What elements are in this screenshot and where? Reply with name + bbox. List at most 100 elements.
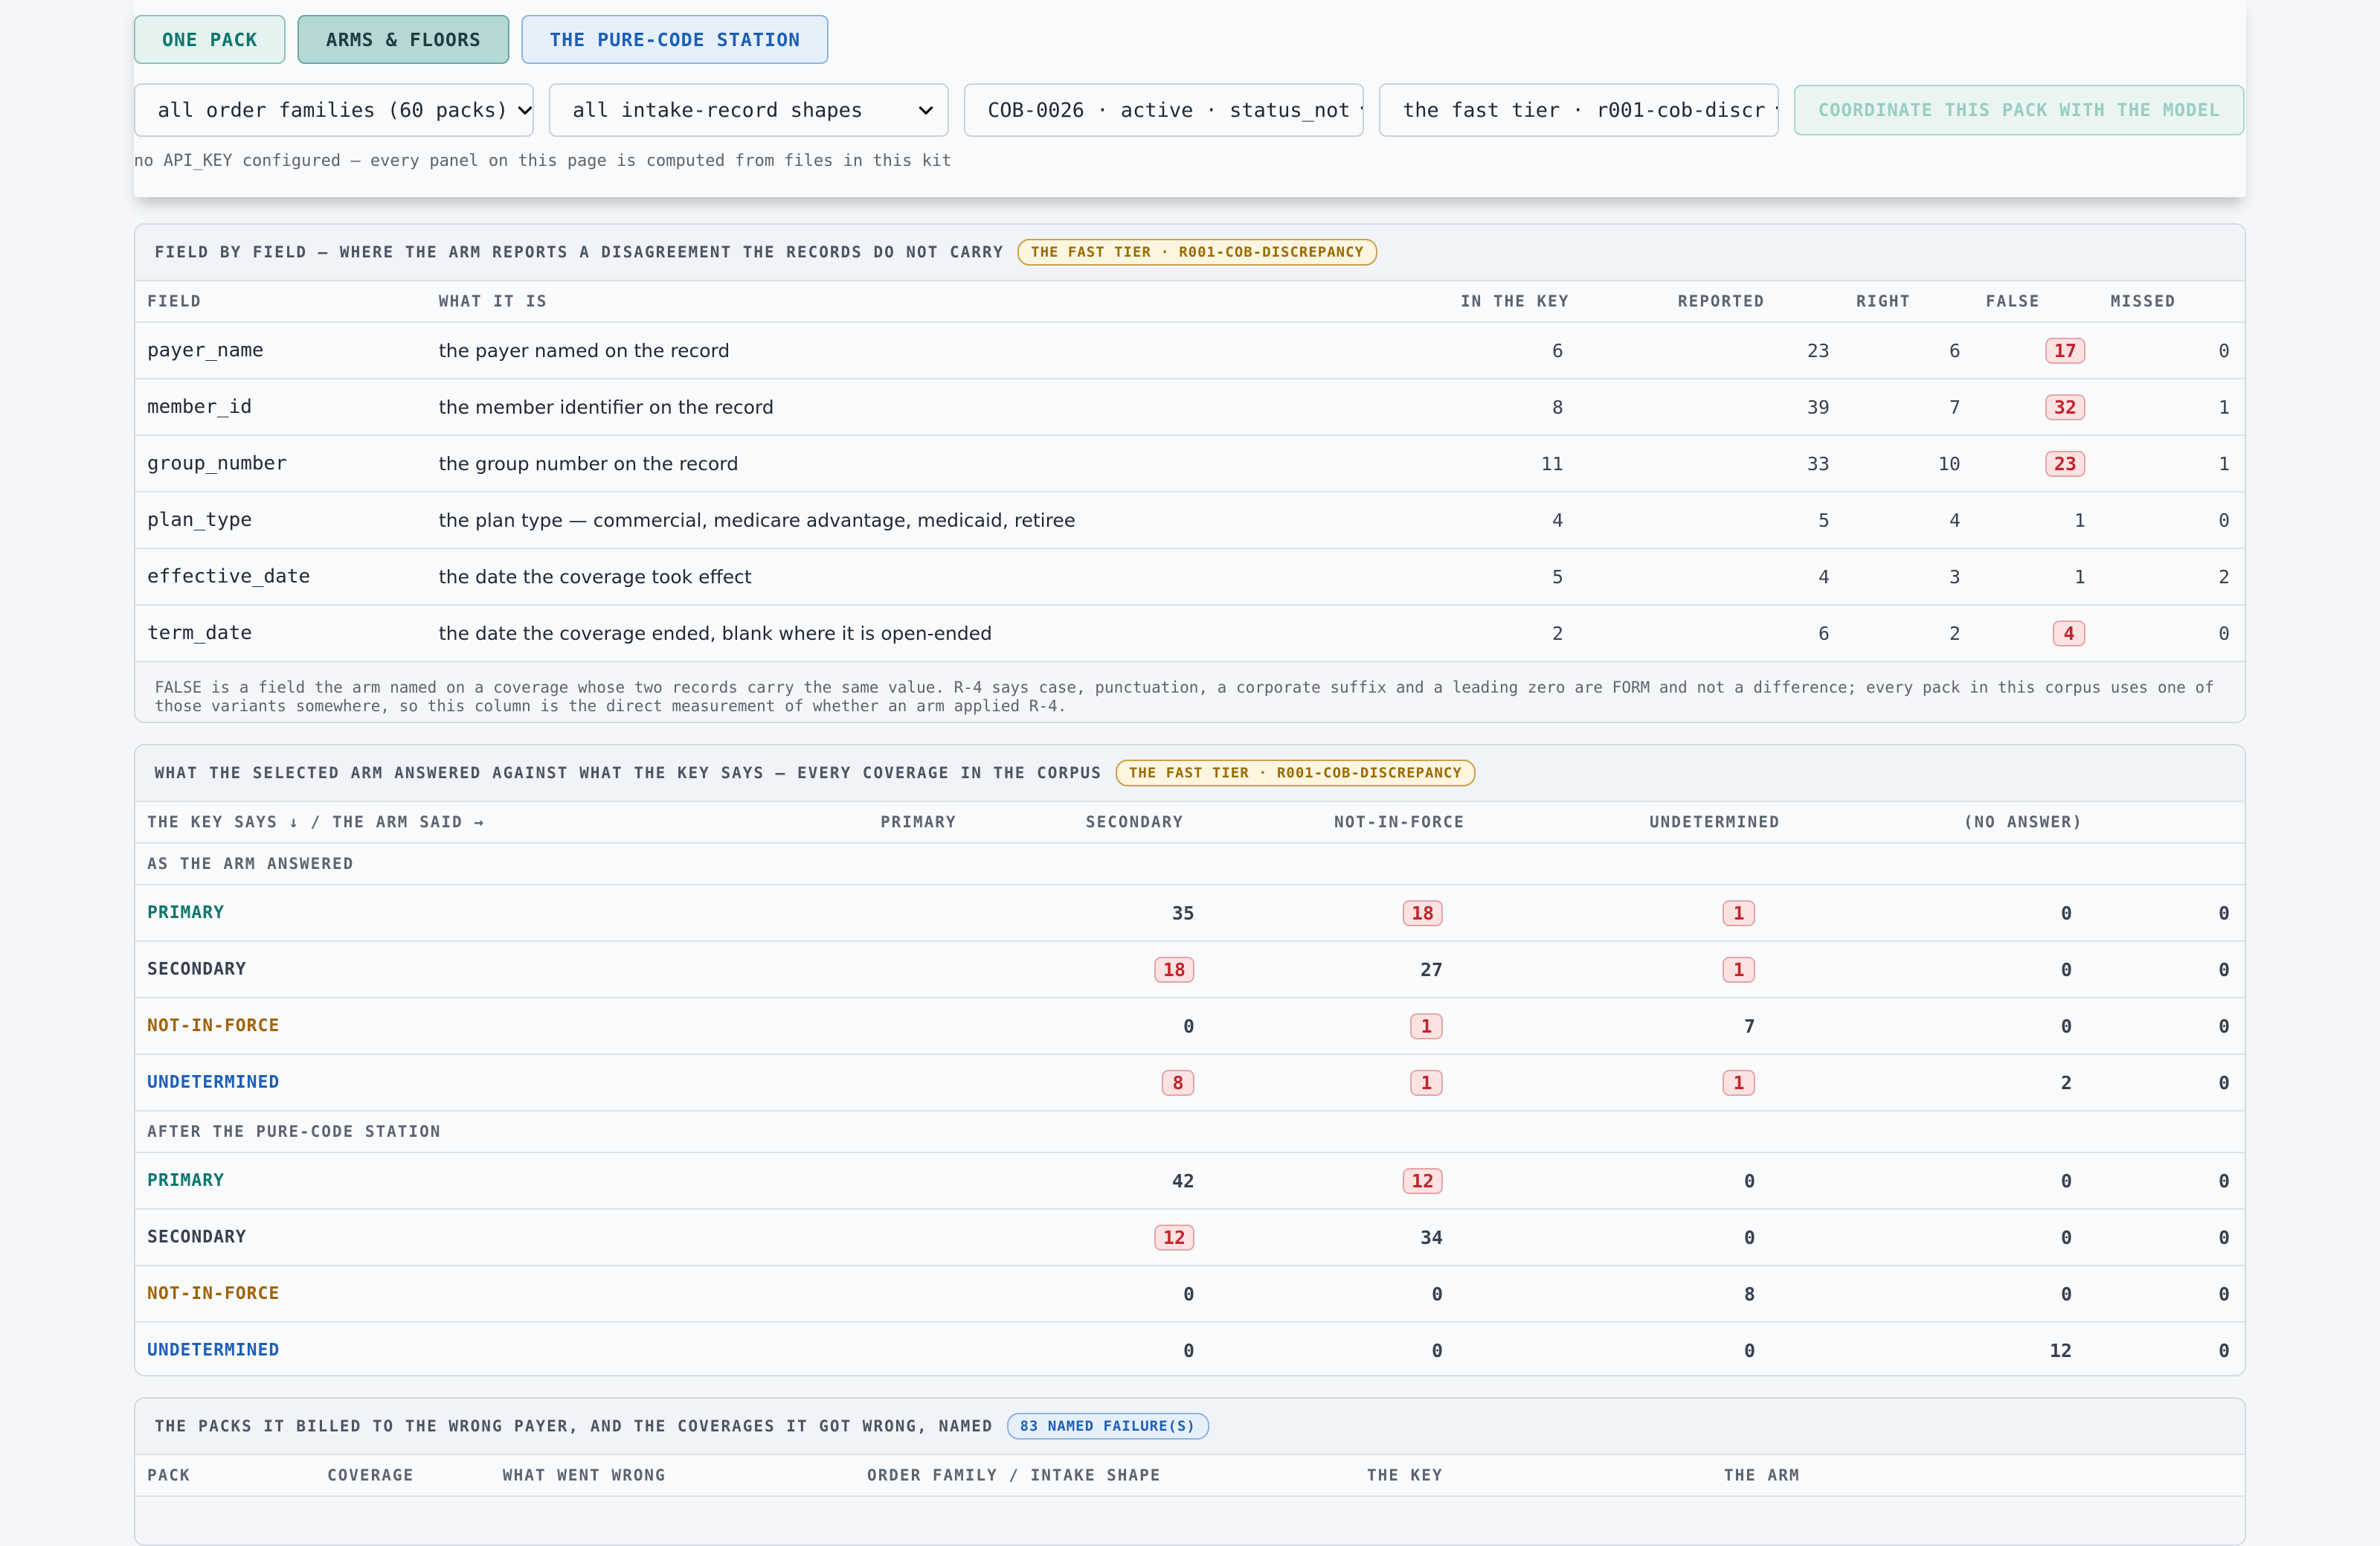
mismatch-count-pill: 12 xyxy=(1154,1224,1194,1251)
matrix-count: 0 xyxy=(2060,958,2072,981)
false-count-pill: 4 xyxy=(2053,620,2085,647)
tab-one-pack[interactable]: ONE PACK xyxy=(134,15,286,64)
matrix-group-label: AFTER THE PURE-CODE STATION xyxy=(135,1112,2245,1153)
missed-count: 0 xyxy=(2218,339,2230,362)
arm-select[interactable]: the fast tier · r001-cob-discr xyxy=(1379,83,1779,137)
col-header-pack: PACK xyxy=(147,1466,191,1484)
key-count: 2 xyxy=(1551,622,1563,644)
reported-count: 39 xyxy=(1807,396,1830,418)
matrix-count: 0 xyxy=(2218,958,2230,981)
col-header-secondary: SECONDARY xyxy=(1086,813,1184,831)
matrix-count: 0 xyxy=(2218,1071,2230,1094)
matrix-row: SECONDARY 18 27 1 0 0 xyxy=(135,942,2245,998)
matrix-row: SECONDARY 12 34 0 0 0 xyxy=(135,1210,2245,1266)
false-count-pill: 17 xyxy=(2045,337,2085,364)
table-row: term_date the date the coverage ended, bl… xyxy=(135,606,2245,662)
matrix-count: 0 xyxy=(2060,1226,2072,1248)
false-count-pill: 23 xyxy=(2045,450,2085,477)
key-count: 5 xyxy=(1551,565,1563,588)
missed-count: 0 xyxy=(2218,622,2230,644)
col-header-what-went-wrong: WHAT WENT WRONG xyxy=(503,1466,666,1484)
mismatch-count-pill: 12 xyxy=(1402,1167,1443,1194)
reported-count: 4 xyxy=(1818,565,1830,588)
mismatch-count-pill: 8 xyxy=(1162,1069,1194,1096)
col-header-axes: THE KEY SAYS ↓ / THE ARM SAID → xyxy=(147,813,485,831)
panel-header: THE PACKS IT BILLED TO THE WRONG PAYER, … xyxy=(135,1399,2245,1455)
mode-tabs: ONE PACK ARMS & FLOORS THE PURE-CODE STA… xyxy=(134,15,2246,64)
order-family-select[interactable]: all order families (60 packs) xyxy=(134,83,534,137)
matrix-count: 0 xyxy=(2060,1015,2072,1037)
false-count: 1 xyxy=(2074,565,2085,588)
key-label: PRIMARY xyxy=(147,903,225,923)
field-table-body: payer_name the payer named on the record 6… xyxy=(135,323,2245,662)
reported-count: 23 xyxy=(1807,339,1830,362)
field-description: the group number on the record xyxy=(439,452,739,475)
col-header-field: FIELD xyxy=(147,292,202,310)
field-name: effective_date xyxy=(147,565,311,588)
matrix-row: NOT-IN-FORCE 0 1 7 0 0 xyxy=(135,998,2245,1055)
field-name: plan_type xyxy=(147,509,252,531)
matrix-count: 7 xyxy=(1743,1015,1755,1037)
mismatch-count-cell: 18 xyxy=(1402,885,1443,940)
intake-shape-select[interactable]: all intake-record shapes xyxy=(549,83,949,137)
panel-header: WHAT THE SELECTED ARM ANSWERED AGAINST W… xyxy=(135,745,2245,802)
reported-count: 6 xyxy=(1818,622,1830,644)
matrix-count: 0 xyxy=(2218,1283,2230,1305)
col-header-the-arm: THE ARM xyxy=(1724,1466,1801,1484)
coordinate-pack-button[interactable]: COORDINATE THIS PACK WITH THE MODEL xyxy=(1794,85,2245,135)
named-failures-panel: THE PACKS IT BILLED TO THE WRONG PAYER, … xyxy=(134,1397,2246,1546)
mismatch-count-pill: 18 xyxy=(1402,899,1443,926)
mismatch-count-pill: 1 xyxy=(1410,1013,1443,1039)
matrix-count: 0 xyxy=(1183,1283,1194,1305)
chevron-down-icon xyxy=(1775,106,1778,110)
mismatch-count-cell: 1 xyxy=(1723,942,1755,997)
reported-count: 5 xyxy=(1818,509,1830,531)
key-label: PRIMARY xyxy=(147,1171,225,1190)
right-count: 3 xyxy=(1949,565,1961,588)
matrix-count: 0 xyxy=(2218,1015,2230,1037)
table-row: effective_date the date the coverage took… xyxy=(135,549,2245,606)
field-description: the member identifier on the record xyxy=(439,396,774,418)
order-family-value: all order families (60 packs) xyxy=(158,98,509,122)
table-header-row: THE KEY SAYS ↓ / THE ARM SAID → PRIMARY … xyxy=(135,802,2245,844)
matrix-count: 0 xyxy=(2218,902,2230,924)
field-description: the date the coverage ended, blank where… xyxy=(439,622,993,644)
matrix-count: 35 xyxy=(1171,902,1194,924)
tab-pure-code-station[interactable]: THE PURE-CODE STATION xyxy=(521,15,829,64)
matrix-count: 2 xyxy=(2060,1071,2072,1094)
matrix-count: 27 xyxy=(1420,958,1443,981)
pack-select[interactable]: COB-0026 · active · status_not xyxy=(964,83,1364,137)
matrix-count: 0 xyxy=(2060,902,2072,924)
matrix-row: NOT-IN-FORCE 0 0 8 0 0 xyxy=(135,1266,2245,1323)
matrix-group-label: AS THE ARM ANSWERED xyxy=(135,844,2245,885)
table-header-row: FIELD WHAT IT IS IN THE KEY REPORTED RIG… xyxy=(135,281,2245,323)
col-header-the-key: THE KEY xyxy=(1367,1466,1444,1484)
table-row: member_id the member identifier on the re… xyxy=(135,379,2245,436)
intake-shape-value: all intake-record shapes xyxy=(573,98,863,122)
missed-count: 1 xyxy=(2218,396,2230,418)
matrix-count: 8 xyxy=(1743,1283,1755,1305)
matrix-count: 12 xyxy=(2049,1339,2072,1361)
key-count: 11 xyxy=(1540,452,1563,475)
matrix-row: PRIMARY 42 12 0 0 0 xyxy=(135,1153,2245,1210)
false-count-cell: 23 xyxy=(2045,436,2085,491)
tab-arms-floors[interactable]: ARMS & FLOORS xyxy=(298,15,510,64)
false-count-cell: 32 xyxy=(2045,379,2085,434)
matrix-count: 0 xyxy=(1183,1339,1194,1361)
app-root: ONE PACK ARMS & FLOORS THE PURE-CODE STA… xyxy=(134,0,2246,1546)
mismatch-count-cell: 12 xyxy=(1154,1210,1194,1265)
matrix-count: 0 xyxy=(2218,1339,2230,1361)
col-header-no-answer: (NO ANSWER) xyxy=(1964,813,2084,831)
col-header-false: FALSE xyxy=(1986,292,2041,310)
col-header-coverage: COVERAGE xyxy=(327,1466,415,1484)
col-header-what: WHAT IT IS xyxy=(439,292,548,310)
false-count-cell: 17 xyxy=(2045,323,2085,378)
right-count: 10 xyxy=(1937,452,1961,475)
col-header-primary: PRIMARY xyxy=(881,813,957,831)
key-count: 8 xyxy=(1551,396,1563,418)
matrix-count: 0 xyxy=(1743,1170,1755,1192)
right-count: 2 xyxy=(1949,622,1961,644)
field-description: the plan type — commercial, medicare adv… xyxy=(439,509,1076,531)
api-key-note: no API_KEY configured — every panel on t… xyxy=(134,152,952,170)
key-count: 6 xyxy=(1551,339,1563,362)
